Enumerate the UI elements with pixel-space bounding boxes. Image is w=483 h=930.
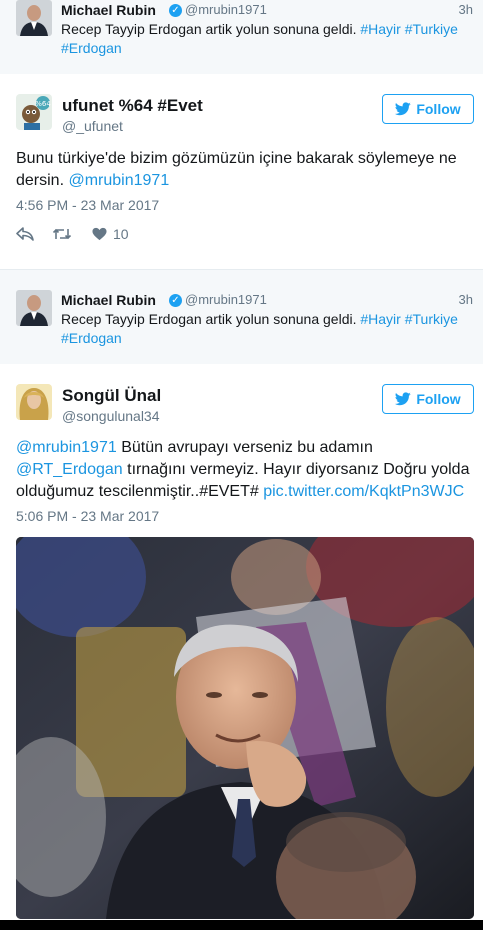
author-name[interactable]: Michael Rubin (61, 292, 156, 308)
follow-label: Follow (416, 391, 461, 407)
verified-badge-icon: ✓ (169, 4, 182, 17)
hashtag-link[interactable]: #Erdogan (61, 40, 122, 56)
bottom-bar (0, 920, 483, 930)
author-handle[interactable]: ✓ @mrubin1971 (166, 2, 267, 17)
author-handle[interactable]: @_ufunet (62, 118, 123, 134)
mention-link[interactable]: @mrubin1971 (16, 439, 117, 456)
avatar[interactable]: %64 (16, 94, 52, 130)
author-name[interactable]: Michael Rubin (61, 2, 156, 18)
verified-badge-icon: ✓ (169, 294, 182, 307)
tweet: %64 ufunet %64 #Evet @_ufunet Follow Bun… (0, 74, 483, 269)
hashtag-link[interactable]: #Turkiye (405, 21, 458, 37)
heart-icon (92, 227, 107, 241)
author-handle[interactable]: ✓ @mrubin1971 (166, 292, 267, 307)
text-plain: Recep Tayyip Erdogan artik yolun sonuna … (61, 21, 361, 37)
twitter-bird-icon (395, 392, 412, 406)
quoted-text: Recep Tayyip Erdogan artik yolun sonuna … (61, 310, 473, 348)
hashtag-link[interactable]: #Turkiye (405, 311, 458, 327)
hashtag-link[interactable]: #Hayir (360, 21, 400, 37)
mention-link[interactable]: @RT_Erdogan (16, 461, 123, 478)
author-name[interactable]: ufunet %64 #Evet (62, 96, 203, 116)
follow-button[interactable]: Follow (382, 94, 474, 124)
handle-text: @mrubin1971 (185, 292, 267, 307)
tweet-text: @mrubin1971 Bütün avrupayı verseniz bu a… (16, 437, 471, 503)
hashtag-link[interactable]: #Erdogan (61, 330, 122, 346)
timestamp[interactable]: 3h (459, 2, 473, 17)
follow-button[interactable]: Follow (382, 384, 474, 414)
retweet-icon[interactable] (52, 227, 74, 241)
pic-link[interactable]: pic.twitter.com/KqktPn3WJC (263, 483, 464, 500)
avatar[interactable] (16, 384, 52, 420)
text-plain: Recep Tayyip Erdogan artik yolun sonuna … (61, 311, 361, 327)
like-count: 10 (113, 226, 129, 242)
text-plain: Bütün avrupayı verseniz bu adamın (116, 439, 373, 456)
author-handle[interactable]: @songulunal34 (62, 408, 160, 424)
tweet-text: Bunu türkiye'de bizim gözümüzün içine ba… (16, 148, 471, 192)
mention-link[interactable]: @mrubin1971 (68, 172, 169, 189)
like-button[interactable]: 10 (92, 226, 129, 242)
author-name[interactable]: Songül Ünal (62, 386, 161, 406)
tweet-date[interactable]: 4:56 PM - 23 Mar 2017 (16, 197, 159, 213)
quoted-text: Recep Tayyip Erdogan artik yolun sonuna … (61, 20, 473, 58)
avatar[interactable] (16, 290, 52, 326)
tweet-actions: 10 (16, 224, 129, 244)
reply-icon[interactable] (16, 227, 38, 241)
tweet-date[interactable]: 5:06 PM - 23 Mar 2017 (16, 508, 159, 524)
hashtag-link[interactable]: #Hayir (360, 311, 400, 327)
svg-text:%64: %64 (35, 100, 51, 108)
avatar[interactable] (16, 0, 52, 36)
photo-image (16, 537, 474, 919)
follow-label: Follow (416, 101, 461, 117)
tweet-photo[interactable] (16, 537, 474, 919)
timestamp[interactable]: 3h (459, 292, 473, 307)
twitter-bird-icon (395, 102, 412, 116)
quoted-tweet-top[interactable]: Michael Rubin ✓ @mrubin1971 3h Recep Tayy… (0, 0, 483, 74)
quoted-tweet[interactable]: Michael Rubin ✓ @mrubin1971 3h Recep Tayy… (0, 270, 483, 364)
handle-text: @mrubin1971 (185, 2, 267, 17)
